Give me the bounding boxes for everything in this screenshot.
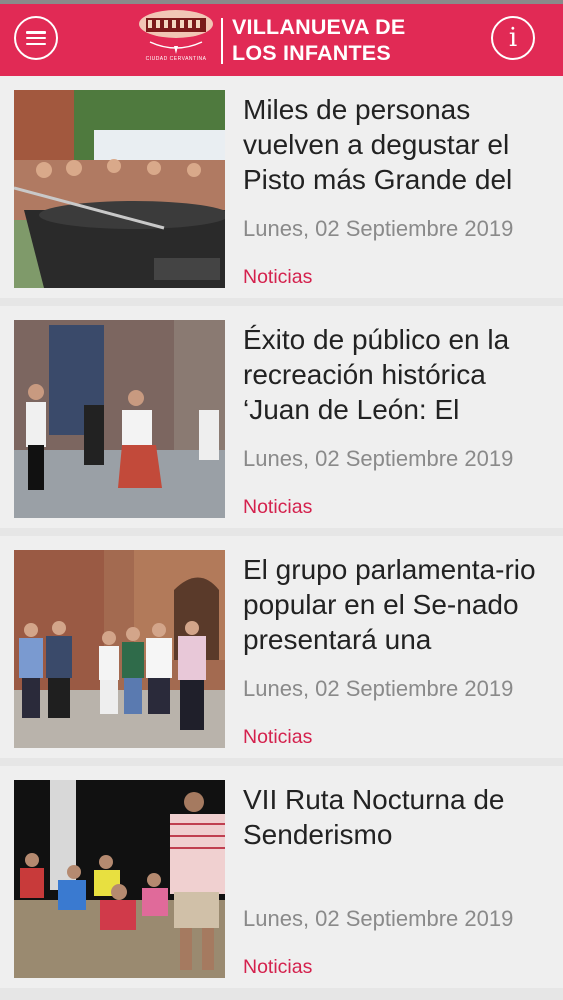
article-title[interactable]: Miles de personas vuelven a degustar el …: [243, 92, 549, 200]
article-category[interactable]: Noticias: [243, 496, 312, 519]
article-title[interactable]: Éxito de público en la recreación histór…: [243, 322, 549, 430]
pisto-festival-photo[interactable]: [14, 90, 225, 288]
app-header: CIUDAD CERVANTINA VILLANUEVA DE LOS INFA…: [0, 4, 563, 76]
article-date: Lunes, 02 Septiembre 2019: [243, 216, 514, 241]
senate-group-photo[interactable]: [14, 550, 225, 748]
article-category[interactable]: Noticias: [243, 956, 312, 979]
news-card[interactable]: VII Ruta Nocturna de Senderismo Lunes, 0…: [0, 766, 563, 988]
castle-icon: [139, 10, 213, 54]
night-hiking-photo[interactable]: [14, 780, 225, 978]
article-title[interactable]: VII Ruta Nocturna de Senderismo: [243, 782, 549, 890]
article-category[interactable]: Noticias: [243, 266, 312, 289]
historical-reenactment-photo[interactable]: [14, 320, 225, 518]
article-date: Lunes, 02 Septiembre 2019: [243, 906, 514, 931]
hamburger-menu-icon: [26, 31, 46, 45]
town-logo: CIUDAD CERVANTINA: [136, 6, 216, 74]
info-button[interactable]: i: [491, 16, 535, 60]
app-title: VILLANUEVA DE LOS INFANTES: [232, 15, 406, 65]
header-divider: [221, 18, 223, 64]
news-card[interactable]: El grupo parlamenta-rio popular en el Se…: [0, 536, 563, 758]
logo-subtext: CIUDAD CERVANTINA: [145, 56, 207, 62]
info-icon: i: [508, 23, 518, 53]
article-date: Lunes, 02 Septiembre 2019: [243, 446, 514, 471]
article-category[interactable]: Noticias: [243, 726, 312, 749]
article-date: Lunes, 02 Septiembre 2019: [243, 676, 514, 701]
article-title[interactable]: El grupo parlamenta-rio popular en el Se…: [243, 552, 549, 660]
news-card[interactable]: Éxito de público en la recreación histór…: [0, 306, 563, 528]
menu-button[interactable]: [14, 16, 58, 60]
news-card[interactable]: Miles de personas vuelven a degustar el …: [0, 76, 563, 298]
